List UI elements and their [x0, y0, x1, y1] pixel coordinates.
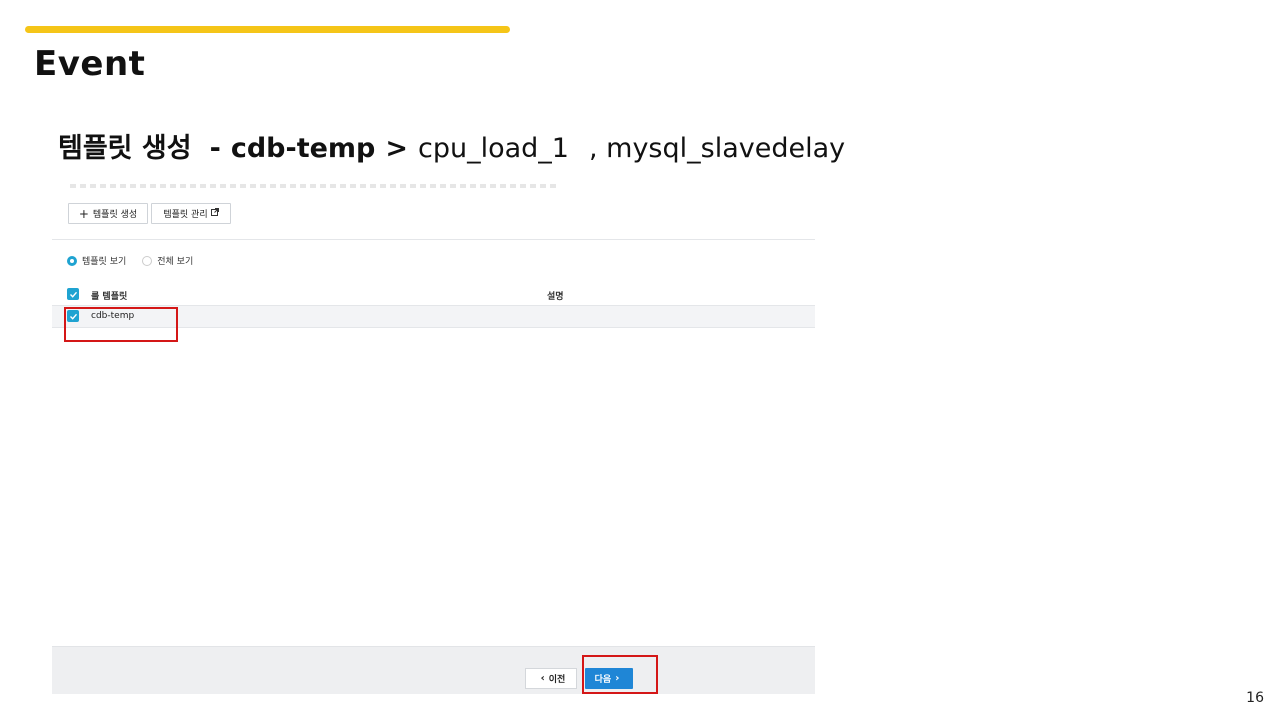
subtitle-part3: cpu_load_1 [418, 133, 569, 164]
slide-subtitle: 템플릿 생성 - cdb-temp > cpu_load_1 , mysql_s… [58, 126, 845, 165]
accent-bar [25, 26, 510, 33]
table-header: 룰 템플릿 설명 [52, 284, 815, 306]
previous-button[interactable]: ‹ 이전 [525, 668, 577, 689]
column-header-description: 설명 [547, 292, 564, 302]
highlight-box-next-button [582, 655, 658, 694]
all-view-label: 전체 보기 [157, 257, 194, 267]
slide-title: Event [34, 44, 146, 84]
manage-template-label: 템플릿 관리 [163, 210, 208, 220]
subtitle-part1: 템플릿 생성 [58, 133, 192, 164]
manage-template-button[interactable]: 템플릿 관리 [151, 203, 231, 224]
all-view-radio[interactable] [142, 255, 153, 266]
embedded-screenshot: + 템플릿 생성 템플릿 관리 템플릿 보기 전체 보기 룰 템플릿 설명 cd… [52, 184, 815, 694]
chevron-left-icon: ‹ [540, 673, 545, 684]
plus-icon: + [78, 206, 89, 221]
create-template-label: 템플릿 생성 [92, 210, 138, 220]
cropped-text-remnant [70, 184, 560, 188]
column-header-rule-template: 룰 템플릿 [91, 292, 128, 302]
subtitle-arrow: > [385, 133, 408, 164]
wizard-footer: ‹ 이전 다음 › [52, 646, 815, 694]
previous-label: 이전 [548, 675, 566, 685]
view-radio-group: 템플릿 보기 전체 보기 [67, 254, 193, 267]
highlight-box-template-row [64, 307, 178, 342]
template-view-label: 템플릿 보기 [82, 257, 127, 267]
page-number: 16 [1246, 690, 1264, 706]
create-template-button[interactable]: + 템플릿 생성 [68, 203, 148, 224]
divider [52, 239, 815, 240]
template-view-radio[interactable] [67, 255, 77, 266]
subtitle-part4: , mysql_slavedelay [588, 133, 846, 164]
subtitle-dash: - [209, 133, 221, 164]
select-all-checkbox[interactable] [67, 288, 79, 300]
external-link-icon [210, 208, 219, 219]
subtitle-part2: cdb-temp [230, 133, 376, 164]
